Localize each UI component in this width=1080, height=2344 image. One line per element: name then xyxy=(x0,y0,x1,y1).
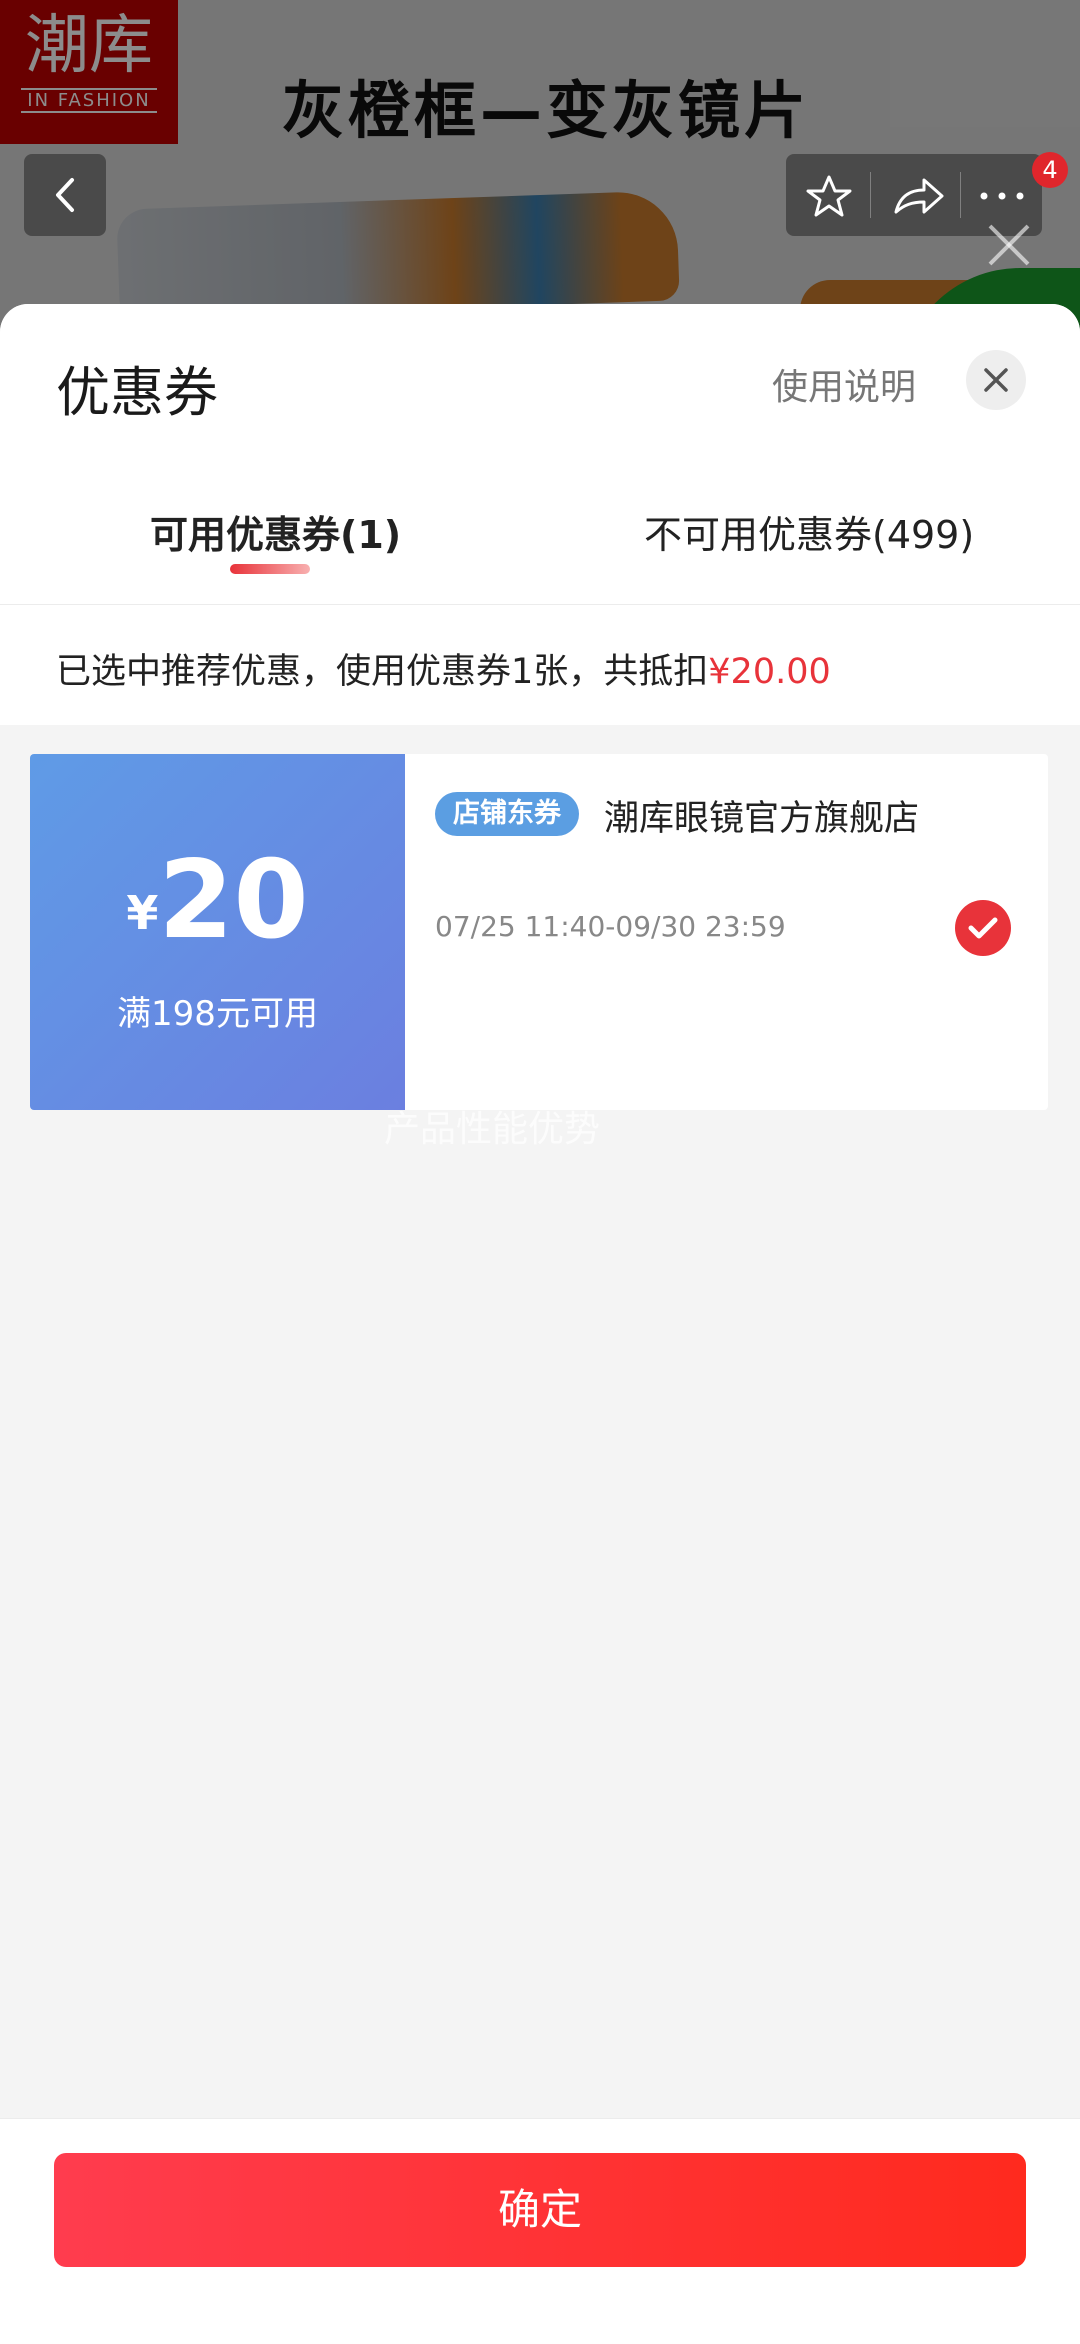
summary-amount: ¥20.00 xyxy=(708,652,831,692)
usage-instructions-link[interactable]: 使用说明 xyxy=(772,358,916,410)
star-icon[interactable] xyxy=(802,174,856,218)
close-icon[interactable] xyxy=(984,220,1034,270)
tab-available-coupons[interactable]: 可用优惠券(1) xyxy=(150,504,401,559)
coupon-validity: 07/25 11:40-09/30 23:59 xyxy=(435,910,786,943)
product-page-background: 潮库 IN FASHION 灰橙框—变灰镜片 4 xyxy=(0,0,1080,330)
coupon-value-panel: ¥20 满198元可用 xyxy=(30,754,405,1110)
close-button[interactable] xyxy=(966,350,1026,410)
sheet-footer: 确定 xyxy=(0,2118,1080,2344)
back-icon xyxy=(56,178,74,212)
summary-text: 已选中推荐优惠，使用优惠券1张，共抵扣¥20.00 xyxy=(56,643,831,694)
coupon-sheet: 优惠券 使用说明 可用优惠券(1) 不可用优惠券(499) 已选中推荐优惠，使用… xyxy=(0,304,1080,2344)
coupon-value: ¥20 xyxy=(30,846,405,956)
close-icon xyxy=(984,368,1008,392)
coupon-shop-name: 潮库眼镜官方旗舰店 xyxy=(604,799,920,839)
overlay-text: 产品性能优势 xyxy=(384,1109,601,1150)
active-tab-indicator xyxy=(230,564,310,574)
coupon-type-badge: 店铺东券 xyxy=(435,792,579,836)
summary-prefix: 已选中推荐优惠，使用优惠券1张，共抵扣 xyxy=(56,652,709,692)
more-icon[interactable] xyxy=(976,174,1028,218)
back-button[interactable] xyxy=(24,154,106,236)
coupon-card[interactable]: ¥20 满198元可用 店铺东券 潮库眼镜官方旗舰店 07/25 11:40-0… xyxy=(30,754,1048,1110)
coupon-currency: ¥ xyxy=(126,886,159,940)
notification-badge: 4 xyxy=(1032,152,1068,188)
tab-unavailable-coupons[interactable]: 不可用优惠券(499) xyxy=(644,504,974,559)
coupon-amount: 20 xyxy=(158,838,309,963)
coupon-condition: 满198元可用 xyxy=(117,994,318,1034)
coupon-select-checkbox[interactable] xyxy=(955,900,1011,956)
selection-summary: 已选中推荐优惠，使用优惠券1张，共抵扣¥20.00 xyxy=(0,605,1080,725)
coupon-tabs: 可用优惠券(1) 不可用优惠券(499) xyxy=(0,454,1080,605)
sheet-header: 优惠券 使用说明 xyxy=(0,304,1080,454)
checkmark-icon xyxy=(968,917,998,939)
share-icon[interactable] xyxy=(890,174,946,218)
sheet-title: 优惠券 xyxy=(56,361,218,424)
confirm-button[interactable]: 确定 xyxy=(54,2153,1026,2267)
